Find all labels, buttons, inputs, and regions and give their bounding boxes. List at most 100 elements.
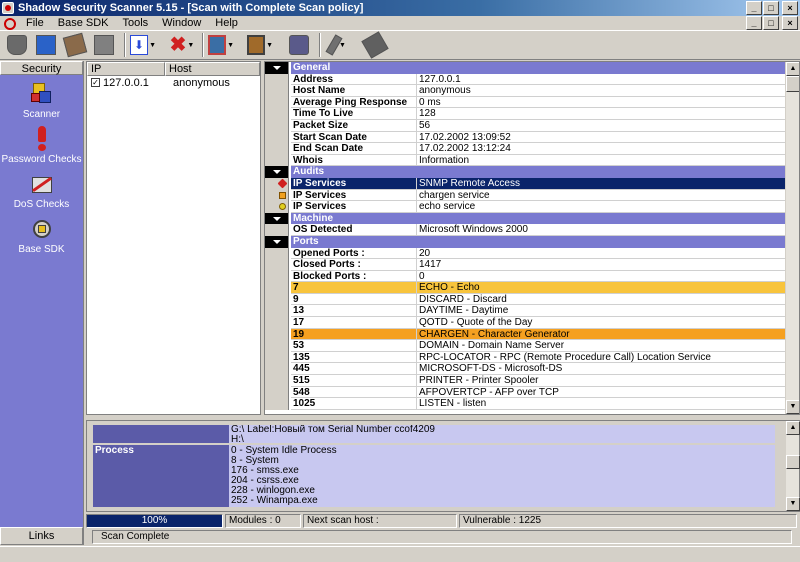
nav-item-dos-checks[interactable]: DoS Checks bbox=[0, 171, 83, 210]
status-bar: 100% Modules : 0 Next scan host : Vulner… bbox=[86, 514, 800, 528]
dropdown-arrow-icon[interactable]: ▼ bbox=[187, 42, 194, 49]
result-row[interactable]: IP Services SNMP Remote Access bbox=[265, 177, 799, 190]
result-row[interactable]: 7 ECHO - Echo bbox=[265, 282, 799, 294]
edit-button[interactable]: ▼ bbox=[325, 32, 351, 58]
collapse-toggle[interactable] bbox=[265, 212, 289, 225]
host-name: anonymous bbox=[173, 77, 230, 89]
section-header[interactable]: General bbox=[265, 62, 799, 74]
menu-tools[interactable]: Tools bbox=[115, 16, 155, 30]
result-row[interactable]: Closed Ports :1417 bbox=[265, 259, 799, 271]
section-header[interactable]: Audits bbox=[265, 166, 799, 178]
child-restore-button[interactable]: □ bbox=[763, 16, 779, 30]
options-button[interactable] bbox=[286, 32, 312, 58]
dropdown-arrow-icon[interactable]: ▼ bbox=[266, 42, 273, 49]
result-row[interactable]: 1025 LISTEN - listen bbox=[265, 398, 799, 410]
row-gutter bbox=[265, 259, 289, 271]
maximize-button[interactable]: □ bbox=[763, 1, 779, 15]
collapse-toggle[interactable] bbox=[265, 62, 289, 74]
menu-window[interactable]: Window bbox=[155, 16, 208, 30]
print-button[interactable] bbox=[91, 32, 117, 58]
result-row[interactable]: 548 AFPOVERTCP - AFP over TCP bbox=[265, 386, 799, 399]
close-button[interactable]: × bbox=[782, 1, 798, 15]
new-session-button[interactable] bbox=[33, 32, 59, 58]
row-gutter bbox=[265, 270, 289, 283]
result-key: Opened Ports : bbox=[291, 247, 417, 260]
result-row[interactable]: 19 CHARGEN - Character Generator bbox=[265, 328, 799, 341]
result-value: RPC-LOCATOR - RPC (Remote Procedure Call… bbox=[417, 352, 787, 364]
scroll-down-button[interactable]: ▼ bbox=[786, 497, 800, 511]
dropdown-arrow-icon[interactable]: ▼ bbox=[339, 42, 346, 49]
child-close-button[interactable]: × bbox=[782, 16, 798, 30]
result-row[interactable]: Whois Information bbox=[265, 154, 799, 167]
result-row[interactable]: Host Name anonymous bbox=[265, 85, 799, 97]
nav-item-base-sdk[interactable]: Base SDK bbox=[0, 216, 83, 255]
minimize-button[interactable]: _ bbox=[746, 1, 762, 15]
host-row[interactable]: ✓ 127.0.0.1 anonymous bbox=[87, 76, 260, 90]
scroll-thumb[interactable] bbox=[786, 455, 800, 469]
row-gutter bbox=[265, 96, 289, 109]
result-row[interactable]: Packet Size 56 bbox=[265, 119, 799, 132]
scroll-up-button[interactable]: ▲ bbox=[786, 62, 799, 76]
result-row[interactable]: OS Detected Microsoft Windows 2000 bbox=[265, 224, 799, 236]
nav-label: Password Checks bbox=[1, 154, 82, 165]
dropdown-arrow-icon[interactable]: ▼ bbox=[227, 42, 234, 49]
report-button[interactable]: ▼ bbox=[208, 32, 234, 58]
menu-base-sdk[interactable]: Base SDK bbox=[51, 16, 116, 30]
result-row[interactable]: IP Services echo service bbox=[265, 201, 799, 213]
scroll-thumb[interactable] bbox=[786, 76, 799, 92]
result-row[interactable]: 17 QOTD - Quote of the Day bbox=[265, 317, 799, 329]
document-icon[interactable] bbox=[2, 17, 16, 30]
open-button[interactable] bbox=[4, 32, 30, 58]
dropdown-arrow-icon[interactable]: ▼ bbox=[149, 42, 156, 49]
wizard-button[interactable] bbox=[62, 32, 88, 58]
result-value: anonymous bbox=[417, 85, 787, 97]
section-header[interactable]: Ports bbox=[265, 235, 799, 248]
nav-item-password-checks[interactable]: Password Checks bbox=[0, 126, 83, 165]
result-row[interactable]: 13 DAYTIME - Daytime bbox=[265, 305, 799, 318]
process-item: 0 - System Idle Process bbox=[231, 445, 337, 456]
row-gutter bbox=[265, 85, 289, 97]
result-row[interactable]: 515 PRINTER - Printer Spooler bbox=[265, 375, 799, 387]
result-row[interactable]: Opened Ports :20 bbox=[265, 247, 799, 260]
update-button[interactable] bbox=[361, 31, 389, 59]
stop-scan-button[interactable]: ✖ ▼ bbox=[169, 32, 195, 58]
result-row[interactable]: 445 MICROSOFT-DS - Microsoft-DS bbox=[265, 363, 799, 376]
result-row[interactable]: 9 DISCARD - Discard bbox=[265, 293, 799, 306]
child-minimize-button[interactable]: _ bbox=[746, 16, 762, 30]
result-value: LISTEN - listen bbox=[417, 398, 787, 410]
result-row[interactable]: Blocked Ports :0 bbox=[265, 270, 799, 283]
result-row[interactable]: 135 RPC-LOCATOR - RPC (Remote Procedure C… bbox=[265, 351, 799, 364]
info-scrollbar[interactable]: ▲ ▼ bbox=[785, 421, 800, 511]
result-value: 56 bbox=[417, 120, 787, 132]
result-key: Time To Live bbox=[291, 108, 417, 120]
result-row[interactable]: Average Ping Response 0 ms bbox=[265, 96, 799, 109]
result-row[interactable]: Start Scan Date 17.02.2002 13:09:52 bbox=[265, 131, 799, 144]
toolbar-separator bbox=[124, 33, 126, 57]
menu-help[interactable]: Help bbox=[208, 16, 245, 30]
schedule-button[interactable]: ▼ bbox=[247, 32, 273, 58]
section-header[interactable]: Machine bbox=[265, 212, 799, 225]
links-button[interactable]: Links bbox=[0, 527, 83, 545]
vertical-scrollbar[interactable]: ▲ ▼ bbox=[785, 62, 799, 414]
result-row[interactable]: IP Services chargen service bbox=[265, 189, 799, 202]
host-ip: 127.0.0.1 bbox=[103, 77, 149, 89]
column-header-host[interactable]: Host bbox=[165, 62, 260, 76]
result-row[interactable]: 53 DOMAIN - Domain Name Server bbox=[265, 340, 799, 352]
low-risk-icon bbox=[279, 203, 286, 211]
nav-item-scanner[interactable]: Scanner bbox=[0, 81, 83, 120]
menu-file[interactable]: File bbox=[19, 16, 51, 30]
collapse-toggle[interactable] bbox=[265, 166, 289, 178]
host-checkbox[interactable]: ✓ bbox=[91, 78, 100, 87]
result-value: 128 bbox=[417, 108, 787, 120]
options-icon bbox=[289, 35, 309, 55]
scroll-up-button[interactable]: ▲ bbox=[786, 421, 800, 435]
app-icon[interactable] bbox=[2, 2, 14, 14]
collapse-toggle[interactable] bbox=[265, 235, 289, 248]
result-row[interactable]: End Scan Date 17.02.2002 13:12:24 bbox=[265, 143, 799, 155]
result-value: 127.0.0.1 bbox=[417, 74, 787, 86]
result-row[interactable]: Address 127.0.0.1 bbox=[265, 73, 799, 86]
result-row[interactable]: Time To Live 128 bbox=[265, 108, 799, 120]
scroll-down-button[interactable]: ▼ bbox=[786, 400, 799, 414]
column-header-ip[interactable]: IP bbox=[87, 62, 165, 76]
start-scan-button[interactable]: ⬇ ▼ bbox=[130, 32, 156, 58]
